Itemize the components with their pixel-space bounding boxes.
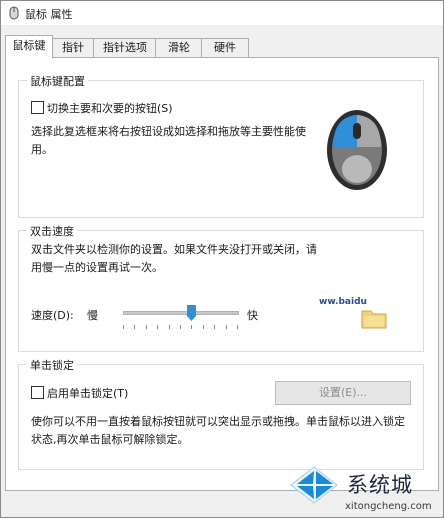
- speed-slider-tick: [134, 325, 136, 329]
- test-folder-icon[interactable]: [361, 307, 387, 329]
- click-lock-checkbox[interactable]: [31, 386, 44, 399]
- mouse-app-icon: [9, 6, 19, 20]
- speed-slider-tick: [168, 325, 170, 329]
- button-config-group: 鼠标键配置 切换主要和次要的按钮(S) 选择此复选框来将右按钮设成如选择和拖放等…: [18, 73, 424, 218]
- click-lock-description: 使你可以不用一直按着鼠标按钮就可以突出显示或拖拽。单击鼠标以进入锁定状态,再次单…: [31, 415, 405, 446]
- click-lock-title: 单击锁定: [27, 357, 77, 373]
- watermark-url: xitongcheng.com: [345, 501, 432, 512]
- speed-slider-track[interactable]: [123, 311, 239, 315]
- speed-slider-tick: [191, 325, 193, 329]
- speed-slow-label: 慢: [87, 309, 98, 322]
- window-title: 鼠标 属性: [25, 8, 73, 21]
- speed-fast-label: 快: [247, 309, 258, 322]
- speed-slider-tick: [214, 325, 216, 329]
- speed-slider-tick: [180, 325, 181, 329]
- switch-buttons-checkbox[interactable]: [31, 101, 44, 114]
- tab-pointers[interactable]: 指针: [51, 38, 95, 57]
- mouse-properties-window: 鼠标 属性 鼠标键 指针 指针选项 滑轮 硬件 鼠标键配置 切换主要和次要的按钮…: [0, 0, 444, 518]
- button-config-title: 鼠标键配置: [27, 73, 88, 89]
- speed-slider-tick: [123, 325, 124, 329]
- speed-slider-tick: [237, 325, 238, 329]
- speed-slider-tick: [145, 325, 147, 329]
- speed-slider-thumb[interactable]: [186, 305, 196, 321]
- folder-caption: ww.baidu: [319, 297, 367, 307]
- switch-buttons-description: 选择此复选框来将右按钮设成如选择和拖放等主要性能使用。: [31, 125, 306, 156]
- tab-hardware[interactable]: 硬件: [201, 38, 249, 57]
- tab-wheel[interactable]: 滑轮: [155, 38, 203, 57]
- speed-slider-tick: [202, 325, 204, 329]
- double-click-group: 双击速度 双击文件夹以检测你的设置。如果文件夹没打开或关闭，请用慢一点的设置再试…: [18, 223, 424, 352]
- speed-slider-tick: [225, 325, 227, 329]
- speed-slider-tick: [157, 325, 159, 329]
- speed-label: 速度(D):: [31, 309, 74, 322]
- mouse-illustration-icon: [327, 110, 387, 190]
- tab-panel: 鼠标键配置 切换主要和次要的按钮(S) 选择此复选框来将右按钮设成如选择和拖放等…: [5, 57, 439, 491]
- click-lock-settings-button[interactable]: 设置(E)...: [275, 381, 411, 405]
- double-click-description: 双击文件夹以检测你的设置。如果文件夹没打开或关闭，请用慢一点的设置再试一次。: [31, 243, 317, 274]
- windows-logo-watermark-icon: [290, 466, 338, 504]
- tab-pointer-options[interactable]: 指针选项: [93, 38, 157, 57]
- watermark-brand: 系统城: [347, 473, 413, 497]
- double-click-title: 双击速度: [27, 223, 77, 239]
- click-lock-group: 单击锁定 启用单击锁定(T) 设置(E)... 使你可以不用一直按着鼠标按钮就可…: [18, 357, 424, 470]
- title-bar: 鼠标 属性: [1, 1, 443, 25]
- switch-buttons-label[interactable]: 切换主要和次要的按钮(S): [47, 100, 173, 116]
- tab-buttons[interactable]: 鼠标键: [5, 35, 53, 58]
- click-lock-label[interactable]: 启用单击锁定(T): [47, 385, 128, 401]
